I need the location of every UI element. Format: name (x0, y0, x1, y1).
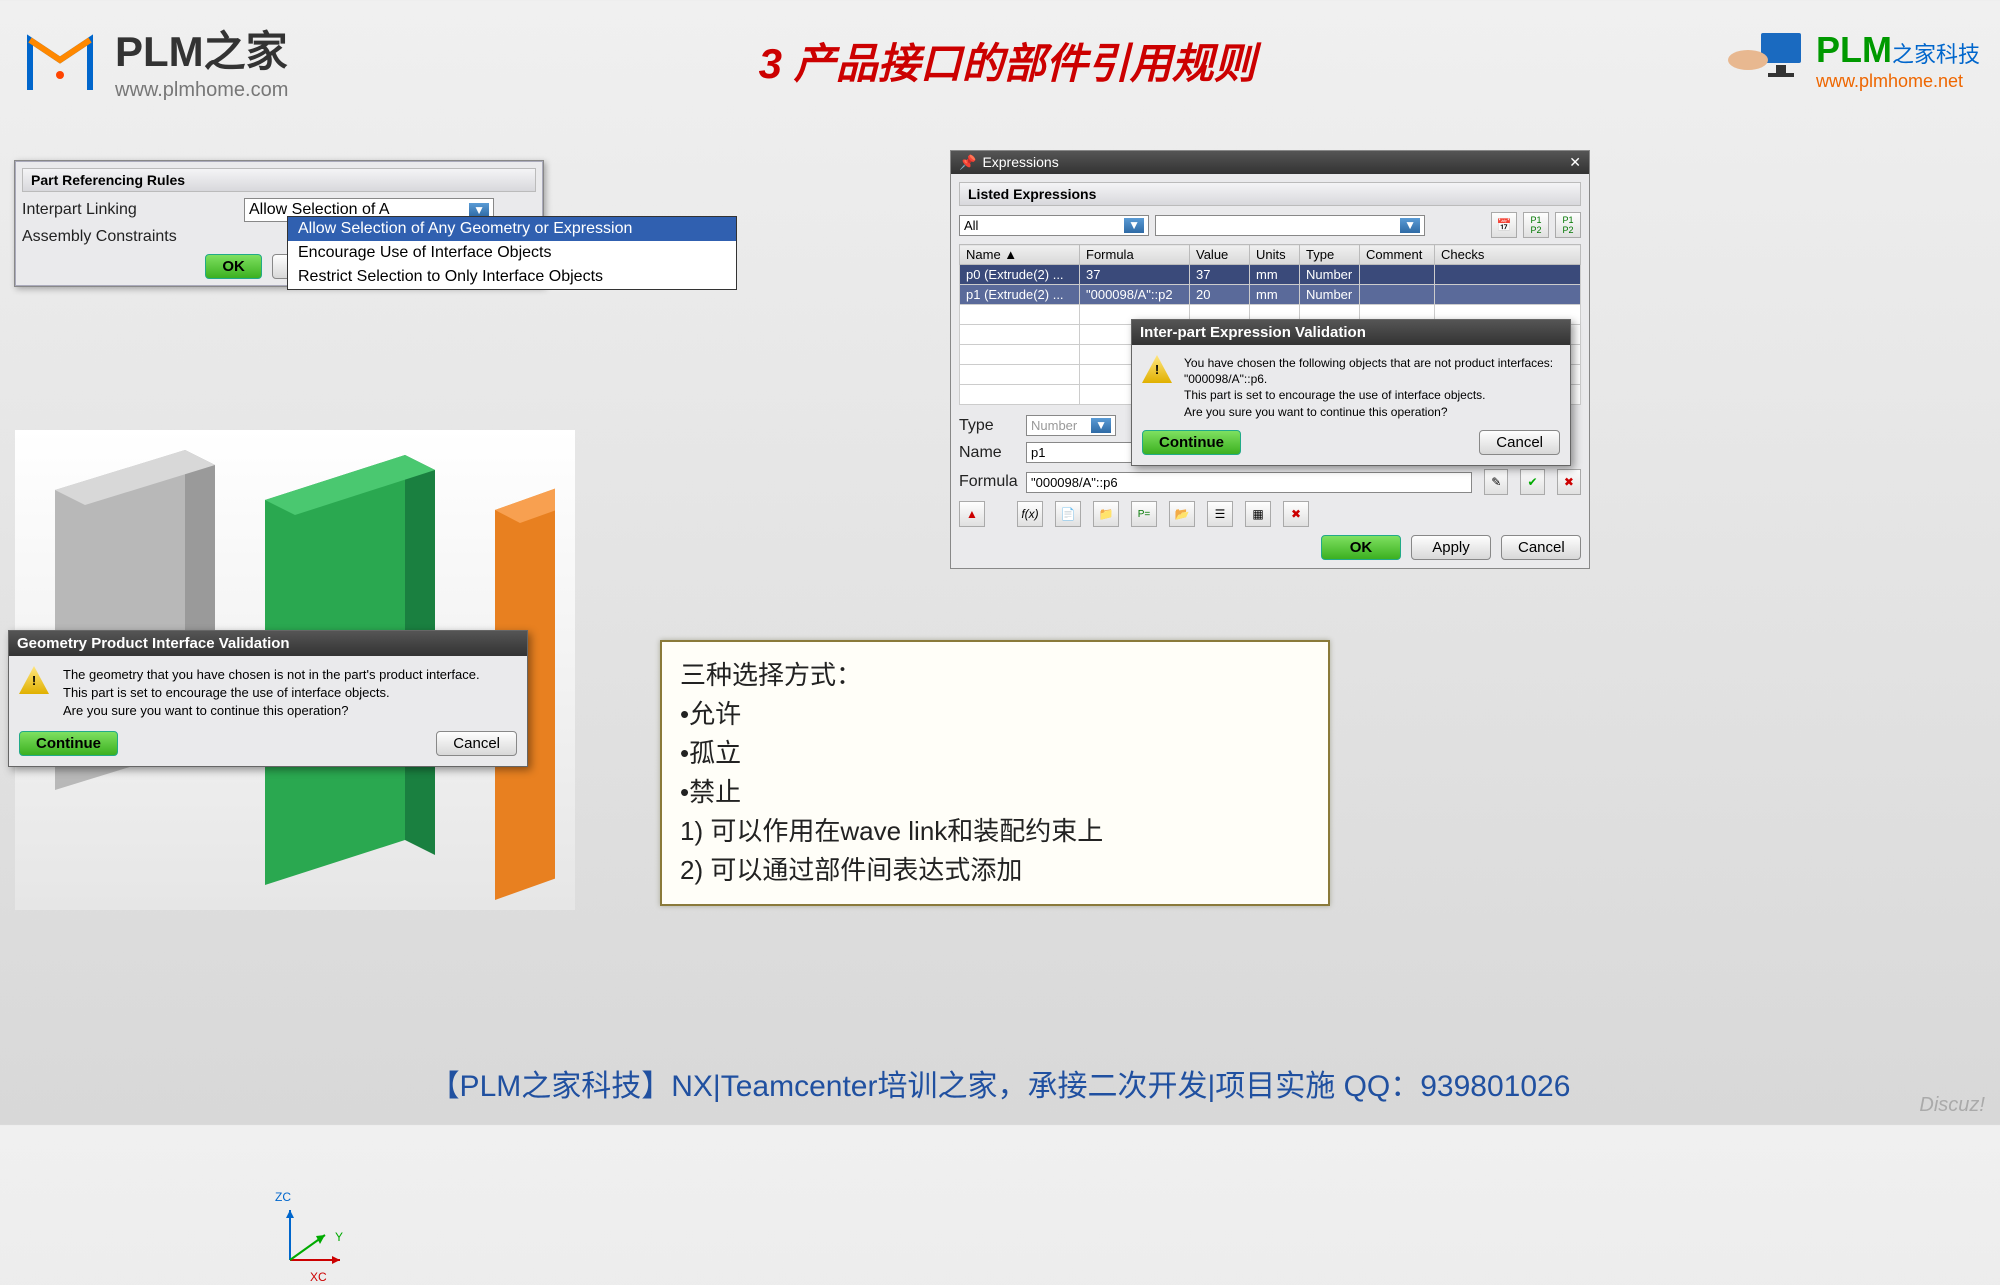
p-icon[interactable]: P= (1131, 501, 1157, 527)
formula-input[interactable] (1026, 472, 1472, 493)
continue-button[interactable]: Continue (1142, 430, 1241, 455)
tb-line6: 2) 可以通过部件间表达式添加 (680, 851, 1310, 890)
col-formula[interactable]: Formula (1080, 245, 1190, 265)
col-units[interactable]: Units (1250, 245, 1300, 265)
col-name[interactable]: Name ▲ (960, 245, 1080, 265)
axis-z-label: ZC (275, 1190, 291, 1204)
table-row[interactable]: p0 (Extrude(2) ...3737mmNumber (960, 265, 1581, 285)
header: PLM之家 www.plmhome.com 3 产品接口的部件引用规则 PLM之… (0, 0, 2000, 120)
listed-expressions-label: Listed Expressions (959, 182, 1581, 206)
expr-msg1: You have chosen the following objects th… (1184, 355, 1553, 371)
expr-msg3: This part is set to encourage the use of… (1184, 387, 1553, 403)
type-combo[interactable]: Number▼ (1026, 415, 1116, 436)
geom-dlg-title-text: Geometry Product Interface Validation (17, 635, 290, 652)
axis-x-label: XC (310, 1270, 327, 1284)
logo-right-text: PLM (1816, 29, 1892, 70)
cancel-button[interactable]: Cancel (1501, 535, 1581, 560)
formula-label: Formula (959, 473, 1014, 491)
listed-filter-combo2[interactable]: ▼ (1155, 215, 1425, 236)
ok-button[interactable]: OK (1321, 535, 1401, 560)
close-icon[interactable]: ✕ (1569, 154, 1581, 171)
warning-icon: ! (1142, 355, 1172, 383)
warning-icon: ! (19, 666, 49, 694)
hands-monitor-icon (1726, 25, 1806, 95)
geom-msg3: Are you sure you want to continue this o… (63, 702, 480, 720)
col-value[interactable]: Value (1190, 245, 1250, 265)
interpart-linking-options: Allow Selection of Any Geometry or Expre… (287, 216, 737, 290)
up-arrow-icon[interactable]: ▲ (959, 501, 985, 527)
edit-icon[interactable]: ✎ (1484, 469, 1508, 495)
chevron-down-icon[interactable]: ▼ (469, 203, 489, 217)
option-allow[interactable]: Allow Selection of Any Geometry or Expre… (288, 217, 736, 241)
expr-msg2: "000098/A"::p6. (1184, 371, 1553, 387)
option-encourage[interactable]: Encourage Use of Interface Objects (288, 241, 736, 265)
delete-icon[interactable]: ✖ (1283, 501, 1309, 527)
listed-filter-value: All (964, 218, 978, 233)
interpart-dlg-title: Inter-part Expression Validation (1132, 320, 1570, 345)
open-icon[interactable]: 📂 (1169, 501, 1195, 527)
list-icon[interactable]: ☰ (1207, 501, 1233, 527)
chevron-down-icon[interactable]: ▼ (1400, 218, 1420, 233)
tb-line5: 1) 可以作用在wave link和装配约束上 (680, 812, 1310, 851)
option-restrict[interactable]: Restrict Selection to Only Interface Obj… (288, 265, 736, 289)
part-rules-title: Part Referencing Rules (22, 168, 536, 192)
cancel-button[interactable]: Cancel (436, 731, 517, 756)
calendar-icon[interactable]: 📅 (1491, 212, 1517, 238)
assembly-constraints-label: Assembly Constraints (22, 228, 232, 246)
expressions-panel: 📌 Expressions ✕ Listed Expressions All ▼ ▼… (950, 150, 1590, 569)
logo-right-url: www.plmhome.net (1816, 71, 1980, 92)
tb-line1: 三种选择方式： (680, 656, 1310, 695)
sheet-icon[interactable]: 📄 (1055, 501, 1081, 527)
ok-button[interactable]: OK (205, 254, 262, 279)
explanation-textbox: 三种选择方式： •允许 •孤立 •禁止 1) 可以作用在wave link和装配… (660, 640, 1330, 906)
apply-button[interactable]: Apply (1411, 535, 1491, 560)
table-icon[interactable]: ▦ (1245, 501, 1271, 527)
col-comment[interactable]: Comment (1360, 245, 1435, 265)
cancel-button[interactable]: Cancel (1479, 430, 1560, 455)
col-checks[interactable]: Checks (1435, 245, 1581, 265)
expr-msg4: Are you sure you want to continue this o… (1184, 404, 1553, 420)
logo-m-icon (20, 20, 100, 100)
expressions-title: Expressions (982, 154, 1058, 170)
listed-filter-combo[interactable]: All ▼ (959, 215, 1149, 236)
accept-icon[interactable]: ✔ (1520, 469, 1544, 495)
tb-line4: •禁止 (680, 773, 1310, 812)
geom-dlg-title: Geometry Product Interface Validation (9, 631, 527, 656)
fx-icon[interactable]: f(x) (1017, 501, 1043, 527)
geometry-validation-dialog: Geometry Product Interface Validation ! … (8, 630, 528, 767)
footer-text: 【PLM之家科技】NX|Teamcenter培训之家，承接二次开发|项目实施 Q… (0, 1061, 2000, 1105)
chevron-down-icon[interactable]: ▼ (1091, 418, 1111, 433)
logo-left: PLM之家 www.plmhome.com (20, 18, 288, 102)
tb-line3: •孤立 (680, 734, 1310, 773)
type-label: Type (959, 417, 1014, 435)
p1p2-alt-icon[interactable]: P1P2 (1555, 212, 1581, 238)
logo-url: www.plmhome.com (115, 79, 288, 102)
axis-y-label: Y (335, 1230, 343, 1244)
geom-msg2: This part is set to encourage the use of… (63, 684, 480, 702)
logo-right: PLM之家科技 www.plmhome.net (1726, 25, 1980, 95)
interpart-validation-dialog: Inter-part Expression Validation ! You h… (1131, 319, 1571, 466)
reject-icon[interactable]: ✖ (1557, 469, 1581, 495)
continue-button[interactable]: Continue (19, 731, 118, 756)
table-row[interactable]: p1 (Extrude(2) ..."000098/A"::p220mmNumb… (960, 285, 1581, 305)
logo-right-sub: 之家科技 (1892, 42, 1980, 67)
p1p2-icon[interactable]: P1P2 (1523, 212, 1549, 238)
interpart-linking-label: Interpart Linking (22, 201, 232, 219)
geom-msg1: The geometry that you have chosen is not… (63, 666, 480, 684)
chevron-down-icon[interactable]: ▼ (1124, 218, 1144, 233)
tb-line2: •允许 (680, 695, 1310, 734)
col-type[interactable]: Type (1300, 245, 1360, 265)
logo-text: PLM之家 (115, 18, 288, 79)
part-referencing-rules-dialog: Part Referencing Rules Interpart Linking… (14, 160, 544, 287)
name-label: Name (959, 444, 1014, 462)
folder-icon[interactable]: 📁 (1093, 501, 1119, 527)
page-title: 3 产品接口的部件引用规则 (759, 30, 1256, 91)
pin-icon[interactable]: 📌 (959, 154, 976, 170)
discuz-watermark: Discuz! (1919, 1094, 1985, 1117)
